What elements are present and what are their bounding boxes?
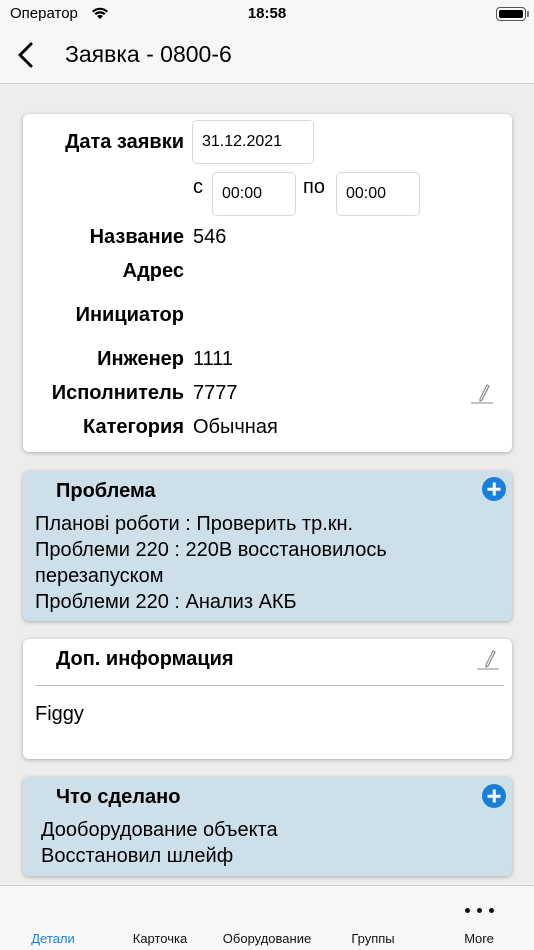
done-card: Что сделано Дооборудование объекта Восст…: [23, 777, 512, 876]
done-title: Что сделано: [56, 786, 181, 808]
details-card: Дата заявки 31.12.2021 с 00:00 по 00:00 …: [23, 114, 512, 452]
divider: [35, 685, 504, 686]
problem-item: Проблеми 220 : 220В восстановилось перез…: [35, 539, 387, 587]
to-label: по: [303, 176, 325, 198]
category-label: Категория: [83, 416, 184, 438]
tab-bar: Детали Карточка Оборудование Группы More: [0, 885, 534, 950]
done-item: Дооборудование объекта: [41, 819, 278, 841]
add-done-plus-icon[interactable]: [482, 784, 506, 808]
battery-tip: [527, 11, 529, 17]
done-list: Дооборудование объекта Восстановил шлейф: [41, 817, 501, 869]
tab-equipment[interactable]: Оборудование: [212, 931, 322, 946]
date-field[interactable]: 31.12.2021: [192, 120, 314, 164]
extra-info-title: Доп. информация: [56, 648, 234, 670]
done-item: Восстановил шлейф: [41, 845, 234, 867]
executor-value: 7777: [193, 382, 238, 404]
from-time-field[interactable]: 00:00: [212, 172, 296, 216]
clock-time: 18:58: [247, 5, 287, 22]
engineer-label: Инженер: [97, 348, 184, 370]
problem-item: Планові роботи : Проверить тр.кн.: [35, 513, 354, 535]
more-dots-icon[interactable]: [465, 906, 495, 916]
extra-info-text: Figgy: [35, 703, 84, 725]
date-label: Дата заявки: [65, 131, 184, 153]
tab-groups[interactable]: Группы: [318, 931, 428, 946]
tab-card[interactable]: Карточка: [105, 931, 215, 946]
problem-card: Проблема Планові роботи : Проверить тр.к…: [23, 471, 512, 621]
tab-more[interactable]: More: [424, 931, 534, 946]
extra-info-card: Доп. информация Figgy: [23, 639, 512, 759]
executor-label: Исполнитель: [51, 382, 184, 404]
status-bar: Оператор 18:58: [0, 0, 534, 28]
edit-extra-info-pen-icon[interactable]: [475, 646, 501, 672]
problem-item: Проблеми 220 : Анализ АКБ: [35, 591, 297, 613]
category-value: Обычная: [193, 416, 278, 438]
problem-list: Планові роботи : Проверить тр.кн. Пробле…: [35, 511, 505, 615]
initiator-label: Инициатор: [75, 304, 184, 326]
name-label: Название: [89, 226, 184, 248]
engineer-value: 1111: [193, 348, 234, 370]
address-label: Адрес: [122, 260, 184, 282]
problem-title: Проблема: [56, 480, 156, 502]
add-problem-plus-icon[interactable]: [482, 477, 506, 501]
navigation-bar: Заявка - 0800-6: [0, 28, 534, 84]
tab-details[interactable]: Детали: [0, 931, 108, 946]
edit-executor-pen-icon[interactable]: [469, 380, 495, 406]
battery-icon: [496, 7, 526, 21]
back-chevron-icon[interactable]: [12, 38, 42, 72]
to-time-field[interactable]: 00:00: [336, 172, 420, 216]
name-value: 546: [193, 226, 227, 248]
from-label: с: [193, 176, 203, 198]
page-title: Заявка - 0800-6: [65, 41, 232, 67]
